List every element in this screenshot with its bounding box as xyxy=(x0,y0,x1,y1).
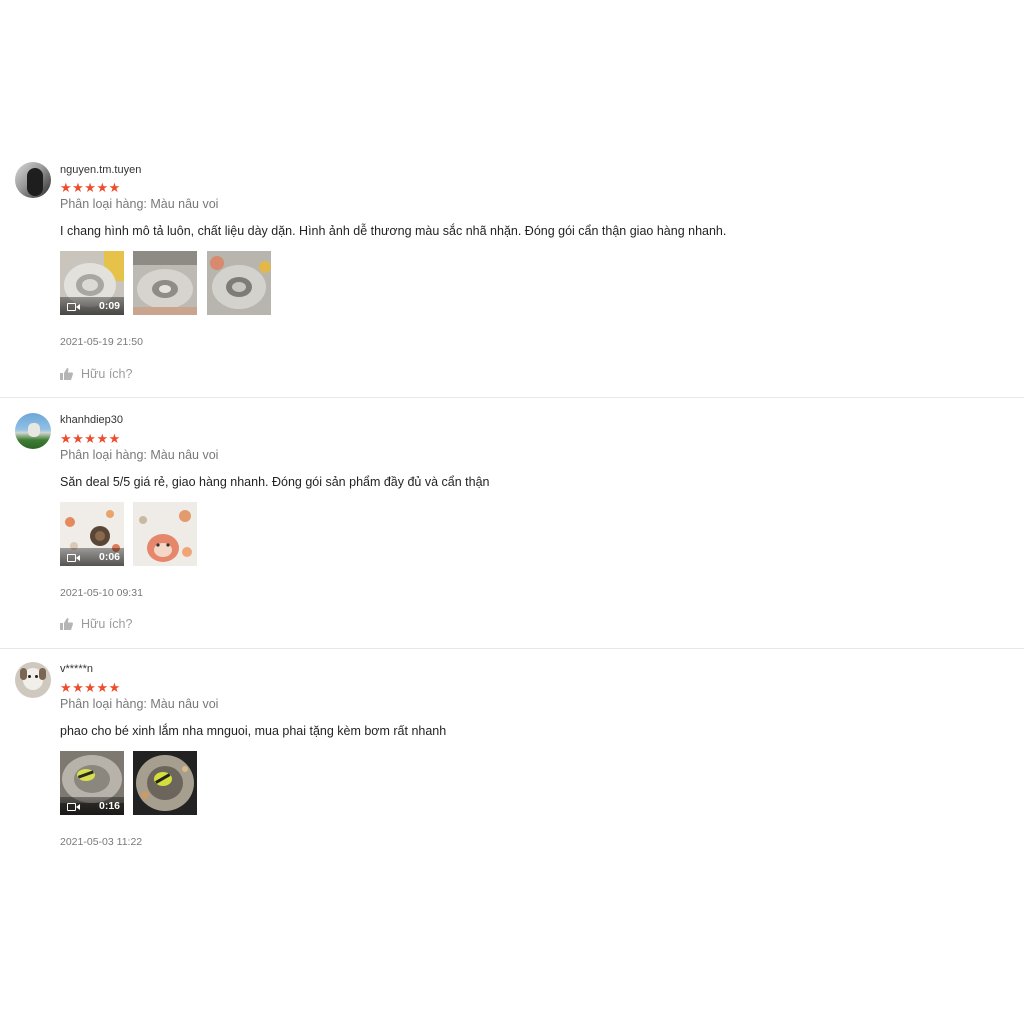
review-image xyxy=(133,502,197,566)
reviewer-username[interactable]: khanhdiep30 xyxy=(60,414,123,426)
helpful-label: Hữu ích? xyxy=(81,367,133,381)
review-divider xyxy=(0,648,1024,649)
review-image-thumbnail[interactable] xyxy=(133,251,197,315)
review-image xyxy=(133,751,197,815)
review-image-thumbnail[interactable] xyxy=(133,751,197,815)
review-image-thumbnail[interactable] xyxy=(207,251,271,315)
star-rating: ★★★★★ xyxy=(60,431,121,446)
review-timestamp: 2021-05-19 21:50 xyxy=(60,336,143,348)
avatar[interactable] xyxy=(15,413,51,449)
thumbs-up-icon xyxy=(60,618,73,630)
review-image xyxy=(207,251,271,315)
reviewer-username[interactable]: v*****n xyxy=(60,663,93,675)
more-options-icon[interactable]: ⋮ xyxy=(1020,616,1024,630)
review-comment: I chang hình mô tả luôn, chất liệu dày d… xyxy=(60,224,727,238)
review-video-thumbnail[interactable]: 0:06 xyxy=(60,502,124,566)
video-duration: 0:16 xyxy=(98,800,120,812)
video-camera-icon xyxy=(67,554,80,562)
star-rating: ★★★★★ xyxy=(60,680,121,695)
video-duration: 0:09 xyxy=(98,300,120,312)
avatar[interactable] xyxy=(15,662,51,698)
video-camera-icon xyxy=(67,803,80,811)
star-rating: ★★★★★ xyxy=(60,180,121,195)
product-variation: Phân loại hàng: Màu nâu voi xyxy=(60,697,219,711)
product-variation: Phân loại hàng: Màu nâu voi xyxy=(60,448,219,462)
review-video-thumbnail[interactable]: 0:09 xyxy=(60,251,124,315)
review-comment: phao cho bé xinh lắm nha mnguoi, mua pha… xyxy=(60,724,447,738)
thumbs-up-icon xyxy=(60,368,73,380)
review-timestamp: 2021-05-03 11:22 xyxy=(60,836,143,848)
reviewer-username[interactable]: nguyen.tm.tuyen xyxy=(60,164,141,176)
review-image-thumbnail[interactable] xyxy=(133,502,197,566)
product-variation: Phân loại hàng: Màu nâu voi xyxy=(60,197,219,211)
avatar[interactable] xyxy=(15,162,51,198)
review-divider xyxy=(0,397,1024,398)
video-duration: 0:06 xyxy=(98,551,120,563)
helpful-label: Hữu ích? xyxy=(81,617,133,631)
video-camera-icon xyxy=(67,303,80,311)
review-timestamp: 2021-05-10 09:31 xyxy=(60,587,143,599)
review-video-thumbnail[interactable]: 0:16 xyxy=(60,751,124,815)
more-options-icon[interactable]: ⋮ xyxy=(1020,366,1024,380)
review-image xyxy=(133,251,197,315)
review-comment: Săn deal 5/5 giá rẻ, giao hàng nhanh. Đó… xyxy=(60,475,490,489)
